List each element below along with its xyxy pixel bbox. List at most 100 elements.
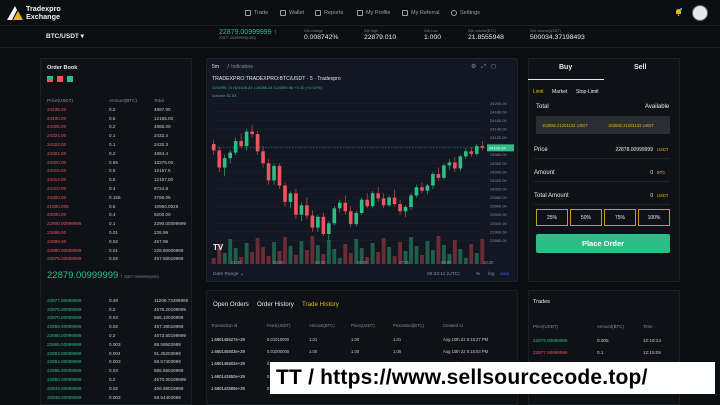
trades-header: Price(USDT) Amount(BTC) Time: [533, 324, 653, 329]
order-row[interactable]: 1.660145527e+29 0.01010000 1.01 1.00 1.01 Aug…: [211, 333, 505, 345]
book-both-icon[interactable]: [47, 76, 53, 82]
x-tick-label: 06:00: [357, 260, 368, 265]
place-order-button[interactable]: Place Order: [536, 234, 670, 253]
ask-row-cell: 13376.00: [154, 159, 174, 165]
bid-row[interactable]: 22864.00999999 0.003 68.57402999: [47, 358, 194, 367]
ask-row[interactable]: 22899.00 0.02 457.96: [47, 237, 194, 246]
orders-header-cell: Amount(BTC): [309, 323, 335, 328]
bid-row[interactable]: 22868.00999999 0.2 4573.60199999: [47, 331, 194, 340]
volume-bar: [310, 236, 315, 264]
total-amount-field[interactable]: Total Amount 0 USDT: [534, 187, 670, 205]
ask-row[interactable]: 24314.00 0.5 12157.00: [47, 175, 194, 184]
ask-row[interactable]: 24430.00 0.5 12165.00: [47, 114, 194, 123]
percent-100-button[interactable]: 100%: [638, 209, 670, 226]
bid-row[interactable]: 22848.00999999 0.003 68.54402999: [47, 393, 194, 402]
bid-row-cell: 22869.00999999: [47, 324, 82, 330]
scale-percent-toggle[interactable]: %: [476, 272, 480, 277]
ask-row[interactable]: 24324.00 0.1 2432.4: [47, 131, 194, 140]
ask-row-cell: 0.02: [109, 238, 118, 244]
bid-row-cell: 22850.00999999: [47, 377, 82, 383]
volume-bar: [436, 236, 441, 264]
bid-row[interactable]: 22877.00999999 0.49 11209.73489999: [47, 296, 194, 305]
order-row[interactable]: 1.660145503e+29 0.01000000 1.00 1.00 1.00 Aug…: [211, 345, 505, 357]
ask-row[interactable]: 24310.00 0.4 9724.8: [47, 184, 194, 193]
ask-row[interactable]: 24300.00 0.155 3766.05: [47, 193, 194, 202]
order-type-stop-limit[interactable]: Stop-Limit: [576, 89, 599, 95]
nav-settings-label: Settings: [460, 10, 480, 16]
bid-row[interactable]: 22870.00999999 0.03 686.10029999: [47, 314, 194, 323]
bell-icon[interactable]: [675, 8, 682, 16]
ask-row[interactable]: 24435.00 0.2 4887.00: [47, 105, 194, 114]
bid-row[interactable]: 22850.00999999 0.2 4570.00199999: [47, 375, 194, 384]
order-type-limit[interactable]: Limit: [533, 89, 544, 95]
bid-row[interactable]: 22863.00999999 0.004 91.45203999: [47, 349, 194, 358]
volume-bar: [452, 240, 457, 264]
trade-row-cell: 0.005: [597, 337, 609, 343]
ask-row[interactable]: 22899.00 0.01 228.99: [47, 228, 194, 237]
ask-row[interactable]: 22880.00999999 0.01 228.80009999: [47, 246, 194, 255]
ask-row[interactable]: 24325.00 0.2 4865.00: [47, 123, 194, 132]
candle-body: [261, 151, 265, 164]
y-tick-label: 24040.00: [490, 169, 507, 174]
ask-row[interactable]: 22879.00999999 0.02 457.58019999: [47, 255, 194, 264]
scale-auto-toggle[interactable]: auto: [500, 272, 509, 277]
nav-reports-label: Reports: [324, 10, 344, 16]
mid-price: 22879.00999999 ↑ 22877.00999999(USD): [47, 270, 159, 281]
ask-row[interactable]: 21900.005 0.5 10950.0025: [47, 202, 194, 211]
tab-open-orders[interactable]: Open Orders: [213, 301, 249, 308]
y-tick-label: 24020.00: [490, 178, 507, 183]
trade-row[interactable]: 22879.00999999 0.005 12:16:14: [533, 334, 673, 346]
price-input[interactable]: 22878.00999999: [600, 147, 653, 153]
percent-75-button[interactable]: 75%: [604, 209, 636, 226]
date-range-selector[interactable]: Date Range ⌄: [213, 272, 244, 277]
price-field[interactable]: Price 22878.00999999 USDT: [534, 141, 670, 159]
percent-25-button[interactable]: 25%: [536, 209, 568, 226]
ask-row[interactable]: 24322.00 0.2 4864.4: [47, 149, 194, 158]
mid-price-value: 22879.00999999: [47, 270, 119, 281]
book-bids-icon[interactable]: [67, 76, 73, 82]
ask-row[interactable]: 24323.00 0.1 2432.3: [47, 140, 194, 149]
y-tick-label: 23940.00: [490, 212, 507, 217]
bid-row[interactable]: 22876.00999999 0.2 4575.20199999: [47, 305, 194, 314]
last-price-usd: 22877.00999999(USD): [219, 36, 256, 40]
book-asks-icon[interactable]: [57, 76, 63, 82]
total-amount-input[interactable]: 0: [600, 193, 653, 199]
ask-row[interactable]: 23000.00 0.4 9200.00: [47, 211, 194, 220]
candle-body: [239, 141, 243, 147]
nav-my-profile[interactable]: My Profile: [357, 10, 390, 16]
order-row-cell: 1.00: [351, 336, 360, 342]
candlestick-chart[interactable]: 24200.00 24180.00 24160.00 24140.00 24120.00…: [207, 59, 517, 281]
bid-row[interactable]: 22869.00999999 0.02 457.38019999: [47, 322, 194, 331]
orders-header-cell: Fees(USDT): [267, 323, 291, 328]
nav-trade[interactable]: Trade: [245, 10, 268, 16]
candle-body: [458, 156, 463, 169]
tab-trade-history[interactable]: Trade History: [302, 301, 339, 308]
candle-body: [431, 174, 435, 186]
amount-input[interactable]: 0: [600, 170, 653, 176]
ask-row-cell: 0.1: [109, 142, 116, 148]
tradexpro-logo-icon[interactable]: [7, 6, 23, 20]
scale-log-toggle[interactable]: log: [488, 272, 494, 277]
bid-row[interactable]: 22865.00999999 0.03 685.65029999: [47, 366, 194, 375]
ask-row[interactable]: 24320.00 0.55 13376.00: [47, 158, 194, 167]
nav-reports[interactable]: Reports: [315, 10, 343, 16]
last-price: 22879.00999999: [219, 29, 272, 36]
trade-row[interactable]: 22877.00999999 0.1 12:15:05: [533, 346, 673, 358]
nav-settings[interactable]: Settings: [451, 10, 480, 16]
percent-50-button[interactable]: 50%: [570, 209, 602, 226]
sell-tab[interactable]: Sell: [634, 64, 646, 71]
ask-row[interactable]: 24315.00 0.5 12157.5: [47, 167, 194, 176]
nav-wallet[interactable]: Wallet: [280, 10, 304, 16]
nav-my-referral[interactable]: My Referral: [402, 10, 439, 16]
bid-row[interactable]: 22865.00999999 0.003 68.59502999: [47, 340, 194, 349]
amount-field[interactable]: Amount 0 BTC: [534, 164, 670, 182]
ask-row[interactable]: 22900.00999999 0.1 2290.00099999: [47, 219, 194, 228]
brand-name[interactable]: Tradexpro Exchange: [26, 5, 61, 21]
candle-body: [305, 205, 309, 216]
date-range-label: Date Range: [213, 272, 239, 277]
bid-row[interactable]: 22849.00999999 0.02 456.98019999: [47, 384, 194, 393]
user-avatar[interactable]: [692, 5, 708, 21]
pair-selector[interactable]: BTC/USDT ▾: [46, 32, 84, 40]
order-type-market[interactable]: Market: [552, 89, 567, 95]
tab-order-history[interactable]: Order History: [257, 301, 294, 308]
